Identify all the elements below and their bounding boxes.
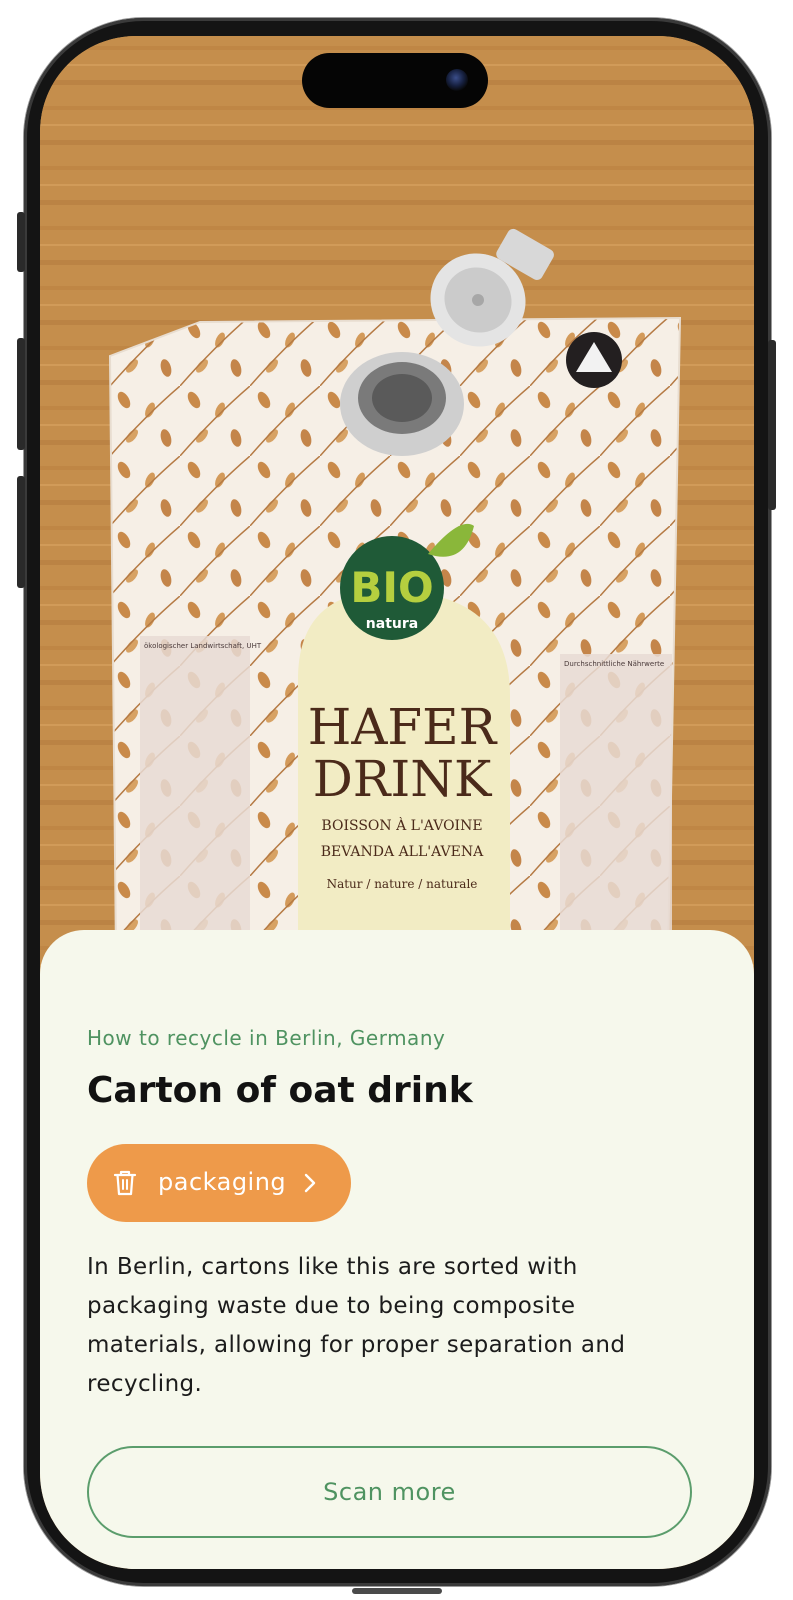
scanned-product-photo: ökologischer Landwirtschaft, UHT Durchsc… bbox=[40, 36, 754, 976]
brand-logo-subtext: natura bbox=[366, 616, 418, 632]
chevron-right-icon bbox=[304, 1173, 316, 1193]
category-label: packaging bbox=[158, 1168, 287, 1196]
location-label: How to recycle in Berlin, Germany bbox=[87, 1026, 446, 1050]
result-sheet: How to recycle in Berlin, Germany Carton… bbox=[40, 930, 754, 1569]
dynamic-island bbox=[302, 53, 488, 108]
front-camera-icon bbox=[446, 69, 468, 91]
home-indicator bbox=[352, 1588, 442, 1594]
recycling-description: In Berlin, cartons like this are sorted … bbox=[87, 1254, 626, 1397]
product-name-line2: DRINK bbox=[313, 750, 493, 808]
power-button bbox=[768, 340, 776, 510]
phone-screen: ökologischer Landwirtschaft, UHT Durchsc… bbox=[40, 36, 754, 1569]
brand-logo-text: BIO bbox=[350, 563, 433, 612]
product-name-line1: HAFER bbox=[308, 698, 498, 756]
volume-up-button bbox=[17, 338, 25, 450]
trash-icon bbox=[113, 1170, 137, 1196]
product-variant: Natur / nature / naturale bbox=[327, 877, 478, 891]
category-chip[interactable]: packaging bbox=[87, 1144, 351, 1222]
side-panel-text-right: Durchschnittliche Nährwerte bbox=[564, 660, 664, 668]
product-subtitle-line1: BOISSON À L'AVOINE bbox=[321, 816, 482, 834]
item-title: Carton of oat drink bbox=[87, 1070, 473, 1111]
side-panel-text-left: ökologischer Landwirtschaft, UHT bbox=[144, 642, 262, 650]
product-subtitle-line2: BEVANDA ALL'AVENA bbox=[321, 844, 484, 860]
volume-down-button bbox=[17, 476, 25, 588]
scan-more-button[interactable]: Scan more bbox=[87, 1446, 692, 1538]
action-button bbox=[17, 212, 25, 272]
